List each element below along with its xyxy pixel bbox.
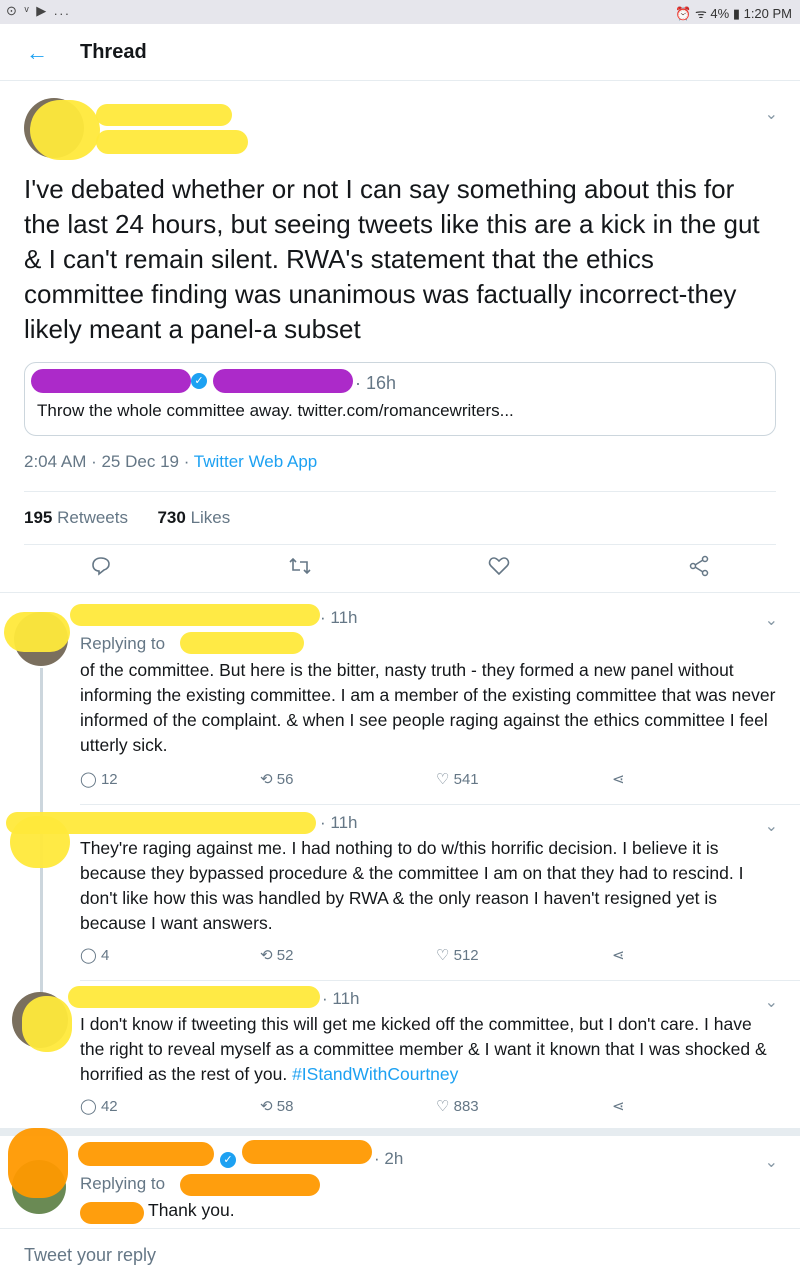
reply-text: of the committee. But here is the bitter… (80, 660, 776, 755)
like-button[interactable]: ♡ 512 (436, 946, 479, 964)
likes-stat[interactable]: 730 Likes (157, 508, 230, 527)
reply-button[interactable]: ◯ 12 (80, 770, 118, 788)
page-title: Thread (80, 41, 147, 63)
chevron-down-icon[interactable]: ⌄ (765, 104, 778, 124)
verified-icon: ✓ (191, 373, 207, 389)
reply-composer[interactable]: Tweet your reply (0, 1228, 800, 1281)
divider (80, 804, 800, 805)
share-button[interactable]: ⋖ (612, 946, 625, 964)
redacted-quote-name-scribble (31, 369, 191, 393)
redacted-handle-scribble (242, 1140, 372, 1164)
chevron-down-icon[interactable]: ⌄ (765, 816, 778, 836)
tweet-stats: 195 Retweets 730 Likes (24, 508, 230, 528)
redacted-name-scribble (96, 104, 232, 126)
reply-text: I don't know if tweeting this will get m… (80, 1014, 767, 1084)
reply-body: They're raging against me. I had nothing… (80, 836, 780, 936)
quoted-tweet[interactable]: ✓ · 16h Throw the whole committee away. … (24, 362, 776, 436)
tweet-meta: 2:04 AM · 25 Dec 19 · Twitter Web App (24, 452, 317, 472)
hashtag-link[interactable]: #IStandWithCourtney (292, 1064, 458, 1084)
redacted-handle-scribble (70, 604, 320, 626)
reply-time: · 11h (322, 989, 360, 1008)
retweet-button[interactable]: ⟲ 56 (260, 770, 293, 788)
reply-body: Replying to of the committee. But here i… (80, 632, 780, 758)
reply-icon[interactable] (90, 555, 112, 583)
reply-button[interactable]: ◯ 42 (80, 1097, 118, 1115)
like-icon[interactable] (488, 555, 510, 583)
reply-body: Replying to Thank you. (80, 1174, 780, 1224)
redacted-author-scribble (8, 1128, 68, 1198)
chevron-down-icon[interactable]: ⌄ (765, 992, 778, 1012)
tweet-timestamp: 2:04 AM · 25 Dec 19 · (24, 452, 194, 471)
redacted-handle-scribble (6, 812, 316, 834)
reply-input-placeholder[interactable]: Tweet your reply (24, 1245, 156, 1266)
redacted-reply-target-scribble (180, 632, 304, 654)
reply-actions: ◯ 42 ⟲ 58 ♡ 883 ⋖ (80, 1097, 640, 1119)
status-left-icons: ⊙ ᵛ ▶ ... (6, 3, 71, 18)
quote-time: · 16h (355, 373, 397, 393)
like-button[interactable]: ♡ 883 (436, 1097, 479, 1115)
redacted-handle-scribble (96, 130, 248, 154)
retweet-button[interactable]: ⟲ 58 (260, 1097, 293, 1115)
reply-text: They're raging against me. I had nothing… (80, 838, 744, 933)
retweet-button[interactable]: ⟲ 52 (260, 946, 293, 964)
redacted-author-scribble (30, 100, 100, 160)
like-button[interactable]: ♡ 541 (436, 770, 479, 788)
section-divider (0, 1128, 800, 1136)
quote-text: Throw the whole committee away. twitter.… (37, 401, 514, 420)
retweets-stat[interactable]: 195 Retweets (24, 508, 128, 527)
reply-time: · 11h (320, 608, 358, 627)
divider (0, 592, 800, 593)
redacted-mention-scribble (80, 1202, 144, 1224)
tweet-actions (0, 555, 800, 585)
reply-time: · 11h (320, 813, 358, 832)
redacted-handle-scribble (68, 986, 320, 1008)
tweet-text: I've debated whether or not I can say so… (24, 174, 760, 344)
reply-time: · 2h (374, 1149, 404, 1168)
reply-text: Thank you. (148, 1200, 235, 1220)
retweet-icon[interactable] (288, 555, 312, 583)
chevron-down-icon[interactable]: ⌄ (765, 610, 778, 630)
redacted-name-scribble (78, 1142, 214, 1166)
share-button[interactable]: ⋖ (612, 1097, 625, 1115)
app-bar: ← Thread (0, 24, 800, 81)
reply-button[interactable]: ◯ 4 (80, 946, 109, 964)
divider (80, 980, 800, 981)
divider (24, 491, 776, 492)
back-arrow-icon[interactable]: ← (26, 40, 48, 66)
redacted-reply-target-scribble (180, 1174, 320, 1196)
redacted-author-scribble (22, 996, 72, 1052)
verified-icon: ✓ (220, 1152, 236, 1168)
status-bar: ⊙ ᵛ ▶ ... ⏰ ᯤ 4% ▮ 1:20 PM (0, 0, 800, 24)
status-right-info: ⏰ ᯤ 4% ▮ 1:20 PM (675, 6, 792, 21)
reply-actions: ◯ 4 ⟲ 52 ♡ 512 ⋖ (80, 946, 640, 968)
reply-actions: ◯ 12 ⟲ 56 ♡ 541 ⋖ (80, 770, 640, 792)
share-button[interactable]: ⋖ (612, 770, 625, 788)
chevron-down-icon[interactable]: ⌄ (765, 1152, 778, 1172)
redacted-quote-handle-scribble (213, 369, 353, 393)
reply-body: I don't know if tweeting this will get m… (80, 1012, 780, 1087)
tweet-source-link[interactable]: Twitter Web App (194, 452, 317, 471)
divider (24, 544, 776, 545)
redacted-author-scribble (4, 612, 70, 652)
share-icon[interactable] (688, 555, 710, 583)
